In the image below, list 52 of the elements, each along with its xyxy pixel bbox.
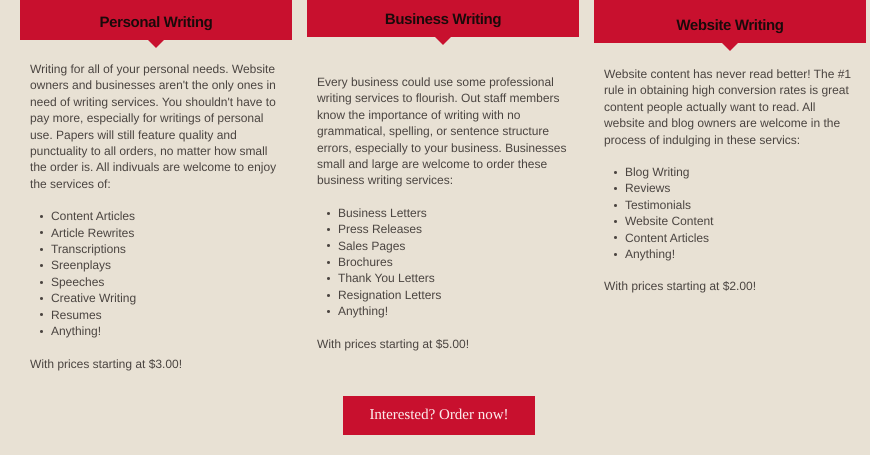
- bullet-icon: [40, 313, 43, 316]
- price-note: With prices starting at $2.00!: [604, 278, 758, 295]
- section-title: Personal Writing: [100, 12, 212, 32]
- section-description: Writing for all of your personal needs. Website owners and businesses aren't the only ones in need of writing services. You shouldn't have to pay more, especially for writings of personal use. Papers will still feature quality and punctuality to all orders, no matter how small the order is. All indivuals are welcome to enjoy the services of:: [30, 61, 278, 192]
- bullet-icon: [614, 204, 617, 207]
- service-item: Content Articles: [51, 208, 136, 225]
- bullet-icon: [327, 212, 330, 215]
- bullet-icon: [614, 220, 617, 223]
- service-item: Testimonials: [625, 196, 692, 214]
- service-item: Reviews: [625, 180, 670, 197]
- bullet-icon: [614, 252, 617, 256]
- service-item: Brochures: [338, 254, 393, 270]
- bullet-icon: [614, 236, 617, 240]
- bullet-icon: [327, 277, 330, 280]
- bullet-icon: [614, 170, 617, 174]
- section-description: Every business could use some professional writing services to flourish. Out staff members know the importance of writing with no grammatical, spelling, or sentence structure errors, especially to your business. Businesses small and large are welcome to order these business writing services:: [317, 74, 568, 189]
- section-description: Website content has never read better! The #1 rule in obtaining high conversion rates is great content people actually want to read. All website and blog owners are welcome in the process of indulging in these servics:: [604, 66, 852, 148]
- bullet-icon: [40, 248, 43, 251]
- bullet-icon: [40, 296, 43, 300]
- bullet-icon: [40, 214, 43, 218]
- bullet-icon: [40, 264, 43, 268]
- service-item: Sales Pages: [338, 238, 406, 254]
- section-title: Business Writing: [384, 10, 502, 30]
- bullet-icon: [327, 228, 330, 231]
- service-item: Blog Writing: [625, 164, 690, 180]
- bullet-icon: [40, 280, 43, 284]
- bullet-icon: [327, 260, 330, 264]
- service-item: Sreenplays: [51, 257, 112, 274]
- service-item: Anything!: [625, 246, 676, 262]
- price-note: With prices starting at $5.00!: [317, 336, 470, 352]
- service-item: Creative Writing: [51, 290, 136, 307]
- service-item: Business Letters: [338, 204, 427, 222]
- service-item: Anything!: [338, 303, 388, 320]
- bullet-icon: [327, 244, 330, 248]
- service-item: Resumes: [51, 306, 102, 324]
- service-item: Content Articles: [625, 230, 710, 246]
- section-title: Website Writing: [676, 16, 784, 36]
- bullet-icon: [40, 231, 43, 234]
- service-item: Thank You Letters: [338, 270, 435, 287]
- order-button[interactable]: Interested? Order now!: [343, 396, 535, 435]
- service-item: Speeches: [51, 274, 104, 290]
- service-item: Anything!: [51, 323, 102, 340]
- bullet-icon: [40, 330, 43, 333]
- service-item: Transcriptions: [51, 241, 126, 258]
- bullet-icon: [327, 310, 330, 313]
- bullet-icon: [614, 187, 617, 190]
- service-item: Resignation Letters: [338, 286, 442, 304]
- service-item: Website Content: [625, 213, 714, 230]
- price-note: With prices starting at $3.00!: [30, 356, 184, 372]
- service-item: Press Releases: [338, 221, 422, 238]
- bullet-icon: [327, 294, 330, 297]
- service-item: Article Rewrites: [51, 224, 134, 242]
